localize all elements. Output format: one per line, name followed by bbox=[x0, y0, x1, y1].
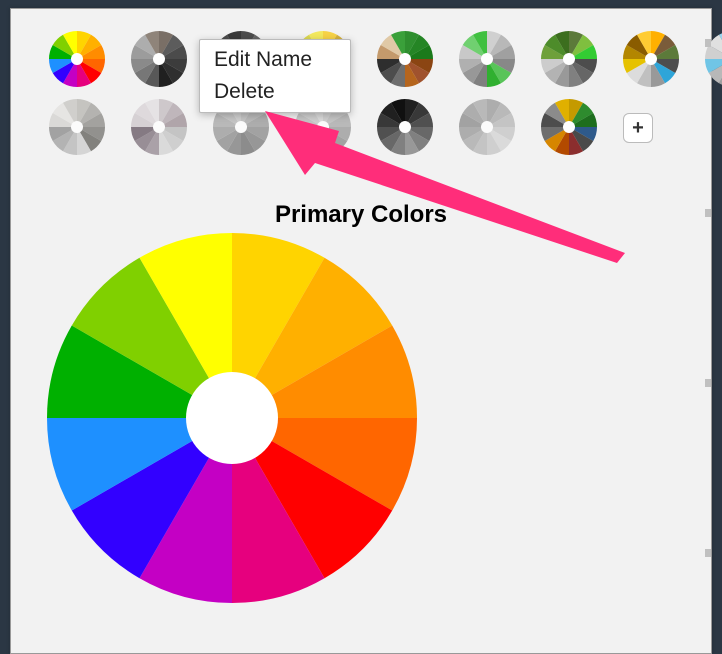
palette-thumb[interactable] bbox=[459, 99, 515, 155]
palette-thumb[interactable] bbox=[623, 31, 679, 87]
palette-thumbnails: + bbox=[49, 31, 722, 167]
palette-thumb[interactable] bbox=[541, 99, 597, 155]
editor-panel: + Edit Name Delete Primary Colors bbox=[10, 8, 712, 654]
palette-thumb[interactable] bbox=[49, 31, 105, 87]
scrollbar-mark bbox=[705, 379, 711, 387]
palette-thumb[interactable] bbox=[377, 31, 433, 87]
menu-edit-name[interactable]: Edit Name bbox=[200, 44, 350, 76]
scrollbar-mark bbox=[705, 209, 711, 217]
palette-thumb[interactable] bbox=[131, 99, 187, 155]
palette-title: Primary Colors bbox=[11, 201, 711, 229]
context-menu: Edit Name Delete bbox=[199, 39, 351, 113]
add-palette-button[interactable]: + bbox=[623, 113, 653, 143]
palette-thumb[interactable] bbox=[131, 31, 187, 87]
palette-thumb[interactable] bbox=[459, 31, 515, 87]
scrollbar-mark bbox=[705, 39, 711, 47]
palette-thumb[interactable] bbox=[377, 99, 433, 155]
menu-delete[interactable]: Delete bbox=[200, 76, 350, 108]
palette-thumb[interactable] bbox=[541, 31, 597, 87]
palette-thumb[interactable] bbox=[49, 99, 105, 155]
main-color-wheel[interactable] bbox=[47, 233, 417, 608]
scrollbar-mark bbox=[705, 549, 711, 557]
